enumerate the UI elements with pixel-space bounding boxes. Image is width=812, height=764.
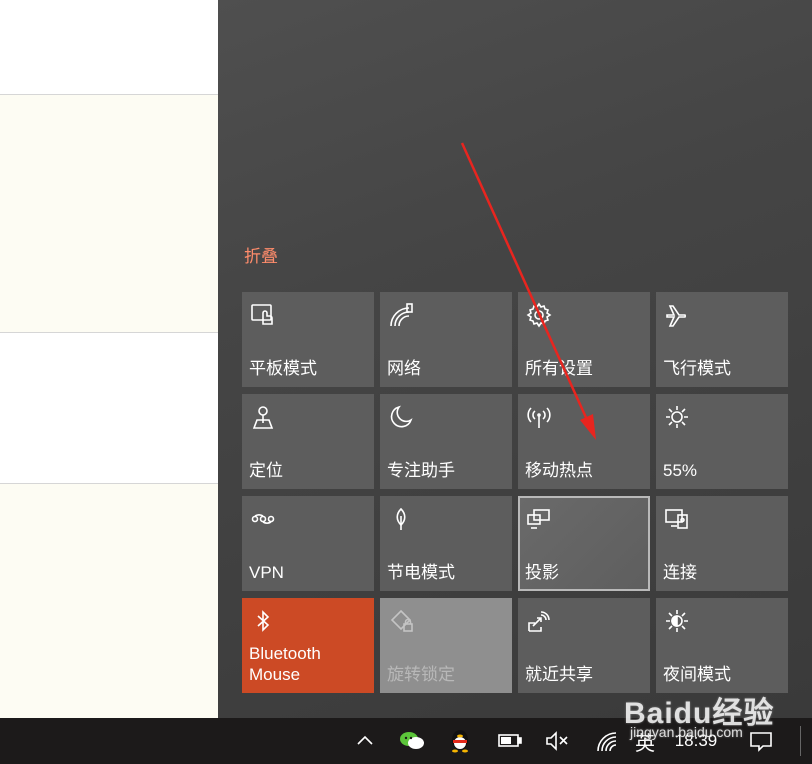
wechat-tray-button[interactable] [396, 718, 428, 764]
tile-focus-assist[interactable]: 专注助手 [380, 394, 512, 489]
tile-location[interactable]: 定位 [242, 394, 374, 489]
location-icon [252, 406, 274, 429]
volume-muted-icon [546, 731, 568, 751]
tile-brightness[interactable]: 55% [656, 394, 788, 489]
battery-tray-button[interactable] [494, 718, 526, 764]
airplane-icon [666, 305, 687, 327]
collapse-link[interactable]: 折叠 [244, 242, 278, 267]
tile-tablet-mode[interactable]: 平板模式 [242, 292, 374, 387]
tile-label: 网络 [387, 359, 421, 378]
tile-label: 定位 [249, 461, 283, 480]
rotation-lock-icon [390, 609, 413, 632]
wifi-tray-button[interactable] [592, 718, 624, 764]
tile-project[interactable]: 投影 [518, 496, 650, 591]
tile-label: 平板模式 [249, 359, 317, 378]
document-block [0, 484, 218, 718]
tablet-mode-icon [251, 304, 273, 325]
bluetooth-icon [257, 610, 270, 632]
tile-all-settings[interactable]: 所有设置 [518, 292, 650, 387]
wechat-icon [400, 732, 424, 749]
tile-network[interactable]: 网络 [380, 292, 512, 387]
notification-icon [750, 732, 772, 752]
clock[interactable]: 18:39 [666, 718, 726, 764]
tile-label: 投影 [525, 563, 559, 582]
tile-label: 节电模式 [387, 563, 455, 582]
volume-tray-button[interactable] [541, 718, 573, 764]
tile-bluetooth[interactable]: Bluetooth Mouse [242, 598, 374, 693]
document-block [0, 95, 218, 333]
show-hidden-icons-button[interactable] [350, 718, 380, 764]
battery-icon [498, 734, 522, 747]
qq-icon [452, 730, 468, 753]
network-icon [390, 303, 413, 327]
document-block [0, 0, 218, 95]
show-desktop-button[interactable] [800, 726, 812, 756]
wifi-icon [597, 732, 617, 752]
tile-mobile-hotspot[interactable]: 移动热点 [518, 394, 650, 489]
tile-label: 旋转锁定 [387, 665, 455, 684]
hotspot-icon [527, 407, 551, 428]
tile-label: VPN [249, 563, 284, 582]
tile-label: 所有设置 [525, 359, 593, 378]
tile-night-light[interactable]: 夜间模式 [656, 598, 788, 693]
input-language-button[interactable]: 英 [628, 718, 662, 764]
moon-icon [390, 405, 413, 428]
tile-rotation-lock[interactable]: 旋转锁定 [380, 598, 512, 693]
document-block [0, 333, 218, 484]
tile-airplane-mode[interactable]: 飞行模式 [656, 292, 788, 387]
tile-label: 55% [663, 461, 698, 480]
nearby-share-icon [528, 611, 550, 632]
connect-icon [665, 509, 688, 529]
background-document [0, 0, 218, 718]
vpn-icon [251, 514, 275, 524]
battery-saver-icon [396, 507, 406, 530]
tile-label: Bluetooth Mouse [249, 644, 321, 684]
tile-label: 连接 [663, 563, 697, 582]
chevron-up-icon [357, 735, 373, 745]
gear-icon [526, 302, 552, 328]
tile-label: 移动热点 [525, 461, 593, 480]
tile-vpn[interactable]: VPN [242, 496, 374, 591]
tile-connect[interactable]: 连接 [656, 496, 788, 591]
tile-nearby-share[interactable]: 就近共享 [518, 598, 650, 693]
brightness-icon [666, 406, 688, 428]
notification-button[interactable] [744, 718, 778, 764]
tile-label: 就近共享 [525, 665, 593, 684]
night-light-icon [666, 610, 688, 632]
tile-label: 夜间模式 [663, 665, 731, 684]
project-icon [527, 509, 550, 529]
tile-label: 飞行模式 [663, 359, 731, 378]
qq-tray-button[interactable] [444, 718, 476, 764]
tile-battery-saver[interactable]: 节电模式 [380, 496, 512, 591]
taskbar: 英 18:39 [0, 718, 812, 764]
tile-label: 专注助手 [387, 461, 455, 480]
